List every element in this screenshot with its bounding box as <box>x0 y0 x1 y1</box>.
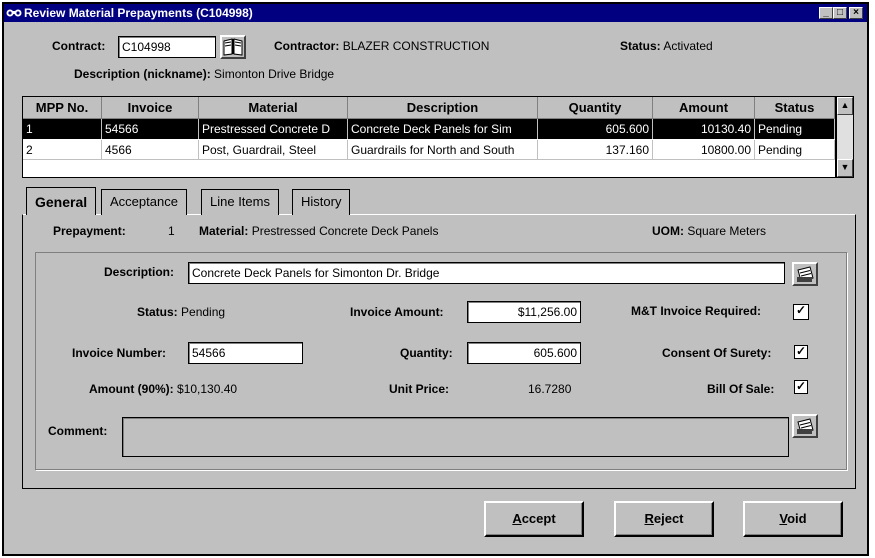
reject-button[interactable]: Reject <box>614 501 714 537</box>
maximize-button[interactable]: □ <box>833 7 847 19</box>
reject-mnemonic: R <box>644 511 654 526</box>
table-row-1-mpp[interactable]: 1 <box>23 119 102 139</box>
tab-line-items[interactable]: Line Items <box>201 189 279 215</box>
table-row-1-amount[interactable]: 10130.40 <box>653 119 755 139</box>
contractor-label: Contractor: <box>274 39 340 53</box>
table-row-2-status[interactable]: Pending <box>755 140 835 160</box>
invoice-number-field[interactable]: 54566 <box>188 342 303 364</box>
notepad-icon <box>797 418 814 434</box>
column-header-material[interactable]: Material <box>199 97 348 119</box>
table-row-2-description[interactable]: Guardrails for North and South <box>348 140 538 160</box>
minimize-button[interactable]: _ <box>819 7 833 19</box>
unit-price-label: Unit Price: <box>389 382 450 396</box>
title-bar: Review Material Prepayments (C104998) <box>4 4 867 22</box>
uom-value: Square Meters <box>687 224 767 238</box>
column-header-invoice[interactable]: Invoice <box>102 97 199 119</box>
prepayment-value: 1 <box>168 224 175 238</box>
column-header-quantity[interactable]: Quantity <box>538 97 653 119</box>
comment-field[interactable] <box>122 417 789 457</box>
invoice-amount-field[interactable]: $11,256.00 <box>467 301 581 323</box>
grid-scrollbar[interactable]: ▲ ▼ <box>836 96 854 178</box>
bill-of-sale-label: Bill Of Sale: <box>707 382 775 396</box>
table-row-1-material[interactable]: Prestressed Concrete D <box>199 119 348 139</box>
contract-status: Status: Activated <box>620 39 713 53</box>
binoculars-icon <box>6 9 22 17</box>
accept-label: ccept <box>521 511 556 526</box>
column-header-amount[interactable]: Amount <box>653 97 755 119</box>
contract-field[interactable]: C104998 <box>118 36 216 58</box>
consent-of-surety-label: Consent Of Surety: <box>662 346 772 360</box>
notepad-icon <box>797 266 814 282</box>
prepayment-label: Prepayment: <box>53 224 126 238</box>
accept-button[interactable]: Accept <box>484 501 584 537</box>
table-row-1-description[interactable]: Concrete Deck Panels for Sim <box>348 119 538 139</box>
description-nickname-label: Description (nickname): <box>74 67 211 81</box>
tab-general[interactable]: General <box>26 187 97 215</box>
comment-label: Comment: <box>48 424 108 438</box>
unit-price-value: 16.7280 <box>528 382 572 396</box>
scroll-down-button[interactable]: ▼ <box>837 159 853 177</box>
scroll-up-button[interactable]: ▲ <box>837 97 853 115</box>
quantity-label: Quantity: <box>400 346 453 360</box>
material-info: Material: Prestressed Concrete Deck Pane… <box>199 224 438 238</box>
book-icon <box>223 38 243 56</box>
table-row-1-quantity[interactable]: 605.600 <box>538 119 653 139</box>
void-mnemonic: V <box>779 511 788 526</box>
quantity-field[interactable]: 605.600 <box>467 342 581 364</box>
general-status-value: Pending <box>181 305 226 319</box>
description-nickname-value: Simonton Drive Bridge <box>214 67 335 81</box>
table-row-1-status[interactable]: Pending <box>755 119 835 139</box>
table-row-2-amount[interactable]: 10800.00 <box>653 140 755 160</box>
window-title: Review Material Prepayments (C104998) <box>24 6 253 20</box>
amount-90-label: Amount (90%): <box>89 382 174 396</box>
uom-label: UOM: <box>652 224 684 238</box>
reject-label: eject <box>653 511 684 526</box>
uom-info: UOM: Square Meters <box>652 224 766 238</box>
close-button[interactable]: × <box>849 7 863 19</box>
table-row-2-quantity[interactable]: 137.160 <box>538 140 653 160</box>
consent-of-surety-checkbox[interactable]: ✓ <box>794 345 808 359</box>
amount-90-info: Amount (90%): $10,130.40 <box>89 382 237 396</box>
contract-lookup-button[interactable] <box>220 35 246 59</box>
status-label: Status: <box>620 39 661 53</box>
comment-edit-button[interactable] <box>792 414 818 438</box>
invoice-amount-label: Invoice Amount: <box>350 305 444 319</box>
tab-acceptance[interactable]: Acceptance <box>101 189 187 215</box>
column-header-mpp[interactable]: MPP No. <box>23 97 102 119</box>
contractor-value: BLAZER CONSTRUCTION <box>342 39 490 53</box>
table-row-1-invoice[interactable]: 54566 <box>102 119 199 139</box>
contract-description: Description (nickname): Simonton Drive B… <box>74 67 334 81</box>
description-field[interactable]: Concrete Deck Panels for Simonton Dr. Br… <box>188 262 785 284</box>
status-value: Activated <box>663 39 713 53</box>
prepayments-grid: MPP No. Invoice Material Description Qua… <box>22 96 836 178</box>
tab-history[interactable]: History <box>292 189 351 215</box>
description-label: Description: <box>104 265 175 279</box>
contractor-info: Contractor: BLAZER CONSTRUCTION <box>274 39 489 53</box>
column-header-description[interactable]: Description <box>348 97 538 119</box>
bill-of-sale-checkbox[interactable]: ✓ <box>794 380 808 394</box>
general-status-label: Status: <box>137 305 178 319</box>
amount-90-value: $10,130.40 <box>177 382 238 396</box>
void-button[interactable]: Void <box>743 501 843 537</box>
void-label: oid <box>787 511 807 526</box>
description-edit-button[interactable] <box>792 262 818 286</box>
accept-mnemonic: A <box>512 511 522 526</box>
contract-label: Contract: <box>52 39 106 53</box>
invoice-number-label: Invoice Number: <box>72 346 167 360</box>
mt-invoice-label: M&T Invoice Required: <box>631 304 762 318</box>
mt-invoice-checkbox[interactable]: ✓ <box>793 304 809 320</box>
material-value: Prestressed Concrete Deck Panels <box>251 224 439 238</box>
table-row-2-material[interactable]: Post, Guardrail, Steel <box>199 140 348 160</box>
table-row-2-invoice[interactable]: 4566 <box>102 140 199 160</box>
general-status: Status: Pending <box>137 305 225 319</box>
column-header-status[interactable]: Status <box>755 97 835 119</box>
material-label: Material: <box>199 224 249 238</box>
table-row-2-mpp[interactable]: 2 <box>23 140 102 160</box>
